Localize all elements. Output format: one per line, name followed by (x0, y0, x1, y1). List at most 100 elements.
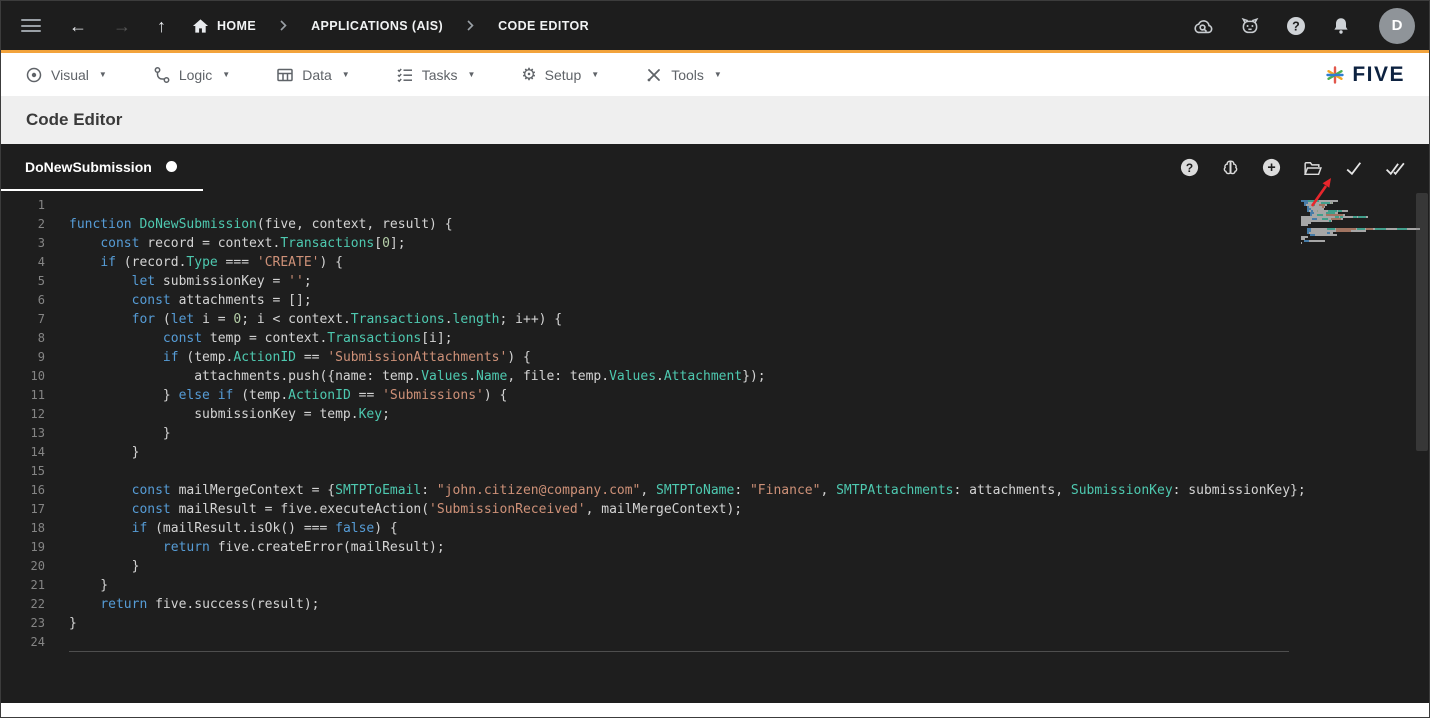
line-number[interactable]: 1 (1, 196, 45, 215)
notifications-bell-icon[interactable] (1331, 16, 1351, 36)
minimap[interactable] (1301, 198, 1413, 246)
code-line[interactable]: for (let i = 0; i < context.Transactions… (69, 310, 1289, 329)
menu-tasks[interactable]: Tasks ▼ (396, 66, 476, 84)
menu-logic[interactable]: Logic ▼ (153, 66, 230, 84)
assistant-dog-icon[interactable] (1239, 16, 1261, 36)
code-line[interactable]: } (69, 576, 1289, 595)
chevron-right-icon (280, 20, 287, 31)
editor-scrollbar[interactable] (1415, 191, 1429, 703)
line-number[interactable]: 6 (1, 291, 45, 310)
line-numbers[interactable]: 123456789101112131415161718192021222324 (1, 196, 45, 652)
chevron-down-icon: ▼ (342, 70, 350, 79)
code-line[interactable]: const mailResult = five.executeAction('S… (69, 500, 1289, 519)
line-number[interactable]: 22 (1, 595, 45, 614)
editor-body[interactable]: 123456789101112131415161718192021222324 … (1, 191, 1429, 703)
code-line[interactable]: } (69, 557, 1289, 576)
line-number[interactable]: 19 (1, 538, 45, 557)
menu-items: Visual ▼ Logic ▼ Data ▼ Tasks ▼ ⚙ Setup (25, 66, 1325, 84)
line-number[interactable]: 12 (1, 405, 45, 424)
line-number[interactable]: 2 (1, 215, 45, 234)
line-number[interactable]: 16 (1, 481, 45, 500)
code-line[interactable]: submissionKey = temp.Key; (69, 405, 1289, 424)
line-number[interactable]: 13 (1, 424, 45, 443)
breadcrumb-home-label: HOME (217, 19, 256, 33)
line-number[interactable]: 5 (1, 272, 45, 291)
line-number[interactable]: 4 (1, 253, 45, 272)
line-number[interactable]: 23 (1, 614, 45, 633)
code-line[interactable]: attachments.push({name: temp.Values.Name… (69, 367, 1289, 386)
code-line[interactable] (69, 633, 1289, 652)
avatar[interactable]: D (1379, 8, 1415, 44)
line-number[interactable]: 10 (1, 367, 45, 386)
up-icon[interactable]: ↑ (157, 17, 166, 35)
code-line[interactable]: if (record.Type === 'CREATE') { (69, 253, 1289, 272)
code-line[interactable]: const attachments = []; (69, 291, 1289, 310)
open-file-icon[interactable] (1302, 158, 1323, 178)
topbar-left: ← → ↑ HOME APPLICATIONS (AIS) CODE EDITO… (15, 17, 589, 35)
menu-data[interactable]: Data ▼ (276, 66, 350, 84)
line-number[interactable]: 11 (1, 386, 45, 405)
chevron-down-icon: ▼ (99, 70, 107, 79)
cloud-search-icon[interactable] (1191, 16, 1215, 36)
back-icon[interactable]: ← (69, 17, 87, 35)
code-line[interactable] (69, 196, 1289, 215)
tools-icon (645, 66, 663, 84)
editor-help-icon[interactable]: ? (1179, 157, 1200, 178)
line-number[interactable]: 3 (1, 234, 45, 253)
code-line[interactable] (69, 462, 1289, 481)
brand-logo: FIVE (1325, 63, 1405, 87)
menu-setup[interactable]: ⚙ Setup ▼ (521, 66, 599, 83)
data-table-icon (276, 66, 294, 84)
editor-header: DoNewSubmission ? + (1, 144, 1429, 191)
code-lines[interactable]: function DoNewSubmission(five, context, … (69, 196, 1289, 652)
code-line[interactable]: if (mailResult.isOk() === false) { (69, 519, 1289, 538)
line-number[interactable]: 24 (1, 633, 45, 652)
menubar: Visual ▼ Logic ▼ Data ▼ Tasks ▼ ⚙ Setup (1, 53, 1429, 96)
code-line[interactable]: const record = context.Transactions[0]; (69, 234, 1289, 253)
menu-icon[interactable] (21, 19, 41, 32)
editor-tab[interactable]: DoNewSubmission (1, 144, 203, 191)
code-line[interactable]: } (69, 424, 1289, 443)
save-check-icon[interactable] (1343, 158, 1364, 178)
code-line[interactable]: return five.success(result); (69, 595, 1289, 614)
menu-label: Visual (51, 67, 89, 83)
code-line[interactable]: const mailMergeContext = {SMTPToEmail: "… (69, 481, 1289, 500)
line-number[interactable]: 14 (1, 443, 45, 462)
code-line[interactable]: function DoNewSubmission(five, context, … (69, 215, 1289, 234)
code-line[interactable]: } (69, 443, 1289, 462)
forward-icon[interactable]: → (113, 17, 131, 35)
ai-brain-icon[interactable] (1220, 158, 1241, 178)
line-number[interactable]: 9 (1, 348, 45, 367)
scrollbar-thumb[interactable] (1416, 193, 1428, 451)
code-line[interactable]: let submissionKey = ''; (69, 272, 1289, 291)
breadcrumb-home[interactable]: HOME (192, 18, 256, 34)
line-number[interactable]: 7 (1, 310, 45, 329)
add-circle-icon[interactable]: + (1261, 157, 1282, 178)
line-number[interactable]: 15 (1, 462, 45, 481)
menu-visual[interactable]: Visual ▼ (25, 66, 107, 84)
topbar: ← → ↑ HOME APPLICATIONS (AIS) CODE EDITO… (1, 1, 1429, 53)
line-number[interactable]: 18 (1, 519, 45, 538)
menu-tools[interactable]: Tools ▼ (645, 66, 722, 84)
menu-label: Setup (545, 67, 582, 83)
line-number[interactable]: 17 (1, 500, 45, 519)
page-background-strip (1, 703, 1429, 717)
code-line[interactable]: const temp = context.Transactions[i]; (69, 329, 1289, 348)
menu-label: Tools (671, 67, 704, 83)
logic-icon (153, 66, 171, 84)
code-line[interactable]: } (69, 614, 1289, 633)
code-line[interactable]: } else if (temp.ActionID == 'Submissions… (69, 386, 1289, 405)
help-icon[interactable]: ? (1285, 15, 1307, 37)
save-all-check-icon[interactable] (1384, 158, 1407, 178)
line-number[interactable]: 20 (1, 557, 45, 576)
code-line[interactable]: return five.createError(mailResult); (69, 538, 1289, 557)
unsaved-indicator-icon (166, 161, 177, 172)
brand-name: FIVE (1352, 63, 1405, 87)
chevron-down-icon: ▼ (468, 70, 476, 79)
code-line[interactable]: if (temp.ActionID == 'SubmissionAttachme… (69, 348, 1289, 367)
line-number[interactable]: 8 (1, 329, 45, 348)
chevron-right-icon (467, 20, 474, 31)
line-number[interactable]: 21 (1, 576, 45, 595)
code-editor-panel: DoNewSubmission ? + (1, 144, 1429, 703)
breadcrumb-applications[interactable]: APPLICATIONS (AIS) (311, 19, 443, 33)
